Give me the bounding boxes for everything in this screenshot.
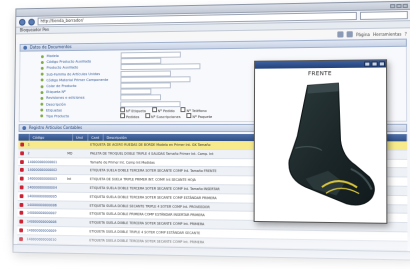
checkbox[interactable] xyxy=(145,113,151,119)
row-code: 140000000000007 xyxy=(26,211,57,216)
pdf-icon[interactable] xyxy=(20,142,25,147)
checkbox[interactable] xyxy=(120,113,126,119)
option-pedido[interactable]: Nº Pedido xyxy=(151,106,175,113)
pdf-icon[interactable] xyxy=(20,159,24,164)
bullet-icon xyxy=(40,78,44,82)
field-label[interactable]: Sub-Familia de Artículos Unidas xyxy=(46,72,120,76)
row-icon-cell[interactable] xyxy=(17,236,25,241)
field-label[interactable]: Etiqueta Nº xyxy=(46,90,120,94)
help-icon[interactable]: ? xyxy=(405,31,407,36)
popup-close-button[interactable] xyxy=(378,61,385,67)
forward-icon[interactable] xyxy=(28,18,35,26)
browser-window: http://tienda_borrador/ Bloqueador Pen P… xyxy=(12,0,410,261)
row-code: 140000000000010 xyxy=(26,237,57,242)
pdf-icon[interactable] xyxy=(19,236,23,241)
photo-frame: http://tienda_borrador/ Bloqueador Pen P… xyxy=(0,0,410,269)
checkbox[interactable] xyxy=(180,106,186,112)
checkbox[interactable] xyxy=(120,107,126,113)
row-code: 140000000000001 xyxy=(27,159,58,164)
pdf-icon[interactable] xyxy=(19,168,24,173)
row-icon-cell[interactable] xyxy=(18,193,26,198)
field-label[interactable]: Código Producto Auxiliado xyxy=(47,59,121,64)
row-icon-cell[interactable] xyxy=(18,142,26,147)
bullet-icon xyxy=(40,60,44,64)
row-code: 2 xyxy=(27,151,30,156)
row-code: 140000000000004 xyxy=(27,185,57,190)
row-icon-cell[interactable] xyxy=(17,228,25,233)
pdf-icon[interactable] xyxy=(19,185,24,190)
back-icon[interactable] xyxy=(18,18,26,26)
row-icon-cell[interactable] xyxy=(17,254,25,259)
row-icon-cell[interactable] xyxy=(18,211,26,216)
row-icon-cell[interactable] xyxy=(17,219,25,224)
popup-title xyxy=(258,61,364,69)
bullet-icon xyxy=(40,54,44,58)
page-menu[interactable]: Página xyxy=(356,31,370,36)
row-unit: MD xyxy=(67,151,73,156)
sock-product-image xyxy=(265,77,378,221)
pdf-icon[interactable] xyxy=(19,202,24,207)
row-code: 140000000000012 xyxy=(26,254,57,259)
pdf-icon[interactable] xyxy=(19,211,24,216)
field-label[interactable]: Tipo Producto xyxy=(46,114,120,118)
image-popup-window[interactable]: FRENTE xyxy=(253,59,388,224)
grid-col-select[interactable] xyxy=(18,133,30,141)
field-label[interactable]: Producto Auxiliado xyxy=(46,66,120,70)
checkbox[interactable] xyxy=(186,113,192,119)
field-label[interactable]: Color de Producto xyxy=(46,84,120,88)
field-label[interactable]: Modelo xyxy=(47,53,121,58)
grid-col-unit[interactable]: Und xyxy=(73,133,89,141)
row-icon-cell[interactable] xyxy=(18,151,26,156)
bullet-icon xyxy=(40,102,44,106)
row-icon-cell[interactable] xyxy=(18,176,26,181)
option-group: Pedidos Nº Suscripciones Nº Paquete xyxy=(120,113,212,119)
option-paquete[interactable]: Nº Paquete xyxy=(186,113,212,119)
field-label[interactable]: Etiquetas xyxy=(46,108,120,112)
row-code: 140000000000009 xyxy=(26,228,57,233)
row-icon-cell[interactable] xyxy=(18,159,26,164)
field-label[interactable]: Código Material Primer Componente xyxy=(46,78,120,82)
row-code: 140000000000003 xyxy=(27,176,58,181)
pdf-icon[interactable] xyxy=(18,254,23,259)
bullet-icon xyxy=(40,90,44,94)
bookmark-item[interactable]: Bloqueador Pen xyxy=(20,27,49,33)
pdf-icon[interactable] xyxy=(19,228,24,233)
field-label[interactable]: Revisiones e ediciones xyxy=(46,96,120,100)
option-pedidos[interactable]: Pedidos xyxy=(120,113,139,119)
bullet-icon xyxy=(40,66,44,70)
row-code: 140000000000006 xyxy=(27,202,57,207)
bullet-icon xyxy=(40,108,44,112)
field-label[interactable]: Descripción xyxy=(46,102,120,106)
option-etiqueta[interactable]: Nº Etiqueta xyxy=(120,107,146,113)
minimize-button[interactable] xyxy=(390,3,396,8)
checkbox[interactable] xyxy=(151,106,157,112)
pdf-icon[interactable] xyxy=(20,151,24,156)
row-code: 140000000000005 xyxy=(27,194,57,199)
option-telefono[interactable]: Nº Teléfono xyxy=(180,106,207,113)
bullet-icon xyxy=(40,96,44,100)
search-input[interactable] xyxy=(359,10,408,20)
row-code: 1 xyxy=(27,142,30,147)
popup-maximize-button[interactable] xyxy=(371,61,378,67)
pdf-icon[interactable] xyxy=(19,176,24,181)
row-icon-cell[interactable] xyxy=(18,185,26,190)
row-code: 140000000000008 xyxy=(26,219,57,225)
pdf-icon[interactable] xyxy=(19,219,24,224)
bullet-icon xyxy=(40,84,44,88)
grid-col-code[interactable]: Código xyxy=(29,133,74,141)
row-code: 140000000000002 xyxy=(27,168,58,173)
maximize-button[interactable] xyxy=(396,3,402,8)
bullet-icon xyxy=(40,72,44,76)
row-icon-cell[interactable] xyxy=(18,202,26,207)
popup-titlebar[interactable] xyxy=(255,60,387,69)
row-unit: Int xyxy=(66,177,72,182)
pdf-icon[interactable] xyxy=(19,193,24,198)
row-icon-cell[interactable] xyxy=(18,168,26,173)
option-suscripciones[interactable]: Nº Suscripciones xyxy=(145,113,181,119)
grid-col-qty[interactable]: Cant xyxy=(88,133,104,141)
bullet-icon xyxy=(40,114,44,118)
popup-minimize-button[interactable] xyxy=(364,61,371,67)
close-button[interactable] xyxy=(402,3,408,8)
